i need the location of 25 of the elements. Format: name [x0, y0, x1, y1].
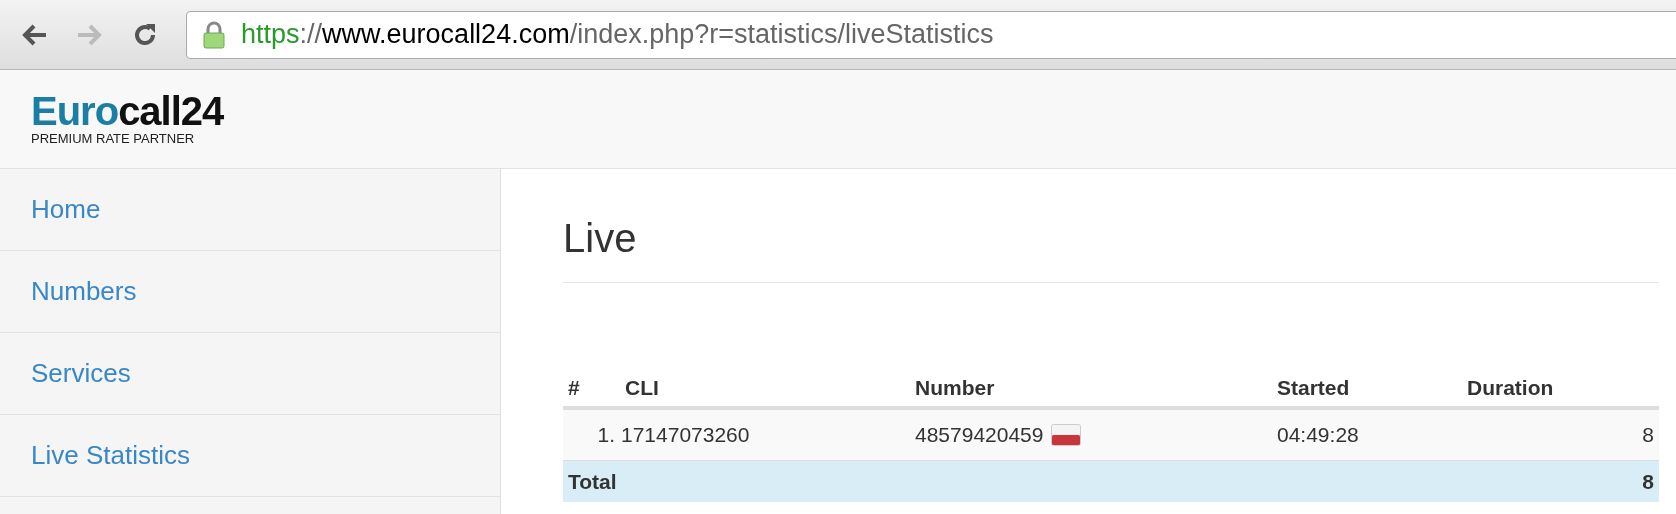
lock-icon [203, 20, 225, 49]
sidebar-link[interactable]: Services [0, 333, 500, 415]
column-header: Started [1276, 374, 1351, 401]
sidebar-link[interactable]: Numbers [0, 251, 500, 333]
flag-icon [1051, 424, 1082, 446]
column-header: CLI [624, 374, 660, 401]
page-title: Live [563, 215, 638, 262]
table-cell-text: 48579420459 [915, 422, 1044, 449]
table-cell-text: 04:49:28 [1276, 422, 1360, 449]
column-header: Number [914, 374, 996, 401]
url-text: https://www.eurocall24.com/index.php?r=statistics/liveStatistics [241, 18, 994, 52]
reload-icon[interactable] [132, 21, 158, 48]
table-cell-text: 8 [1641, 422, 1655, 449]
logo[interactable]: Eurocall24 PREMIUM RATE PARTNER [31, 91, 224, 147]
address-bar[interactable]: https://www.eurocall24.com/index.php?r=statistics/liveStatistics [186, 10, 1676, 59]
column-header: Duration [1466, 374, 1555, 401]
logo-tagline: PREMIUM RATE PARTNER [31, 131, 196, 147]
logo-wordmark: Eurocall24 [31, 91, 224, 131]
column-header: # [567, 374, 581, 401]
sidebar-link[interactable]: Live Statistics [0, 415, 500, 497]
sidebar-link[interactable]: Home [0, 169, 500, 251]
total-label: Total [567, 468, 618, 495]
total-value: 8 [1641, 468, 1655, 495]
table-cell-text: 17147073260 [620, 422, 751, 449]
table-cell-text: 1. [596, 422, 616, 449]
